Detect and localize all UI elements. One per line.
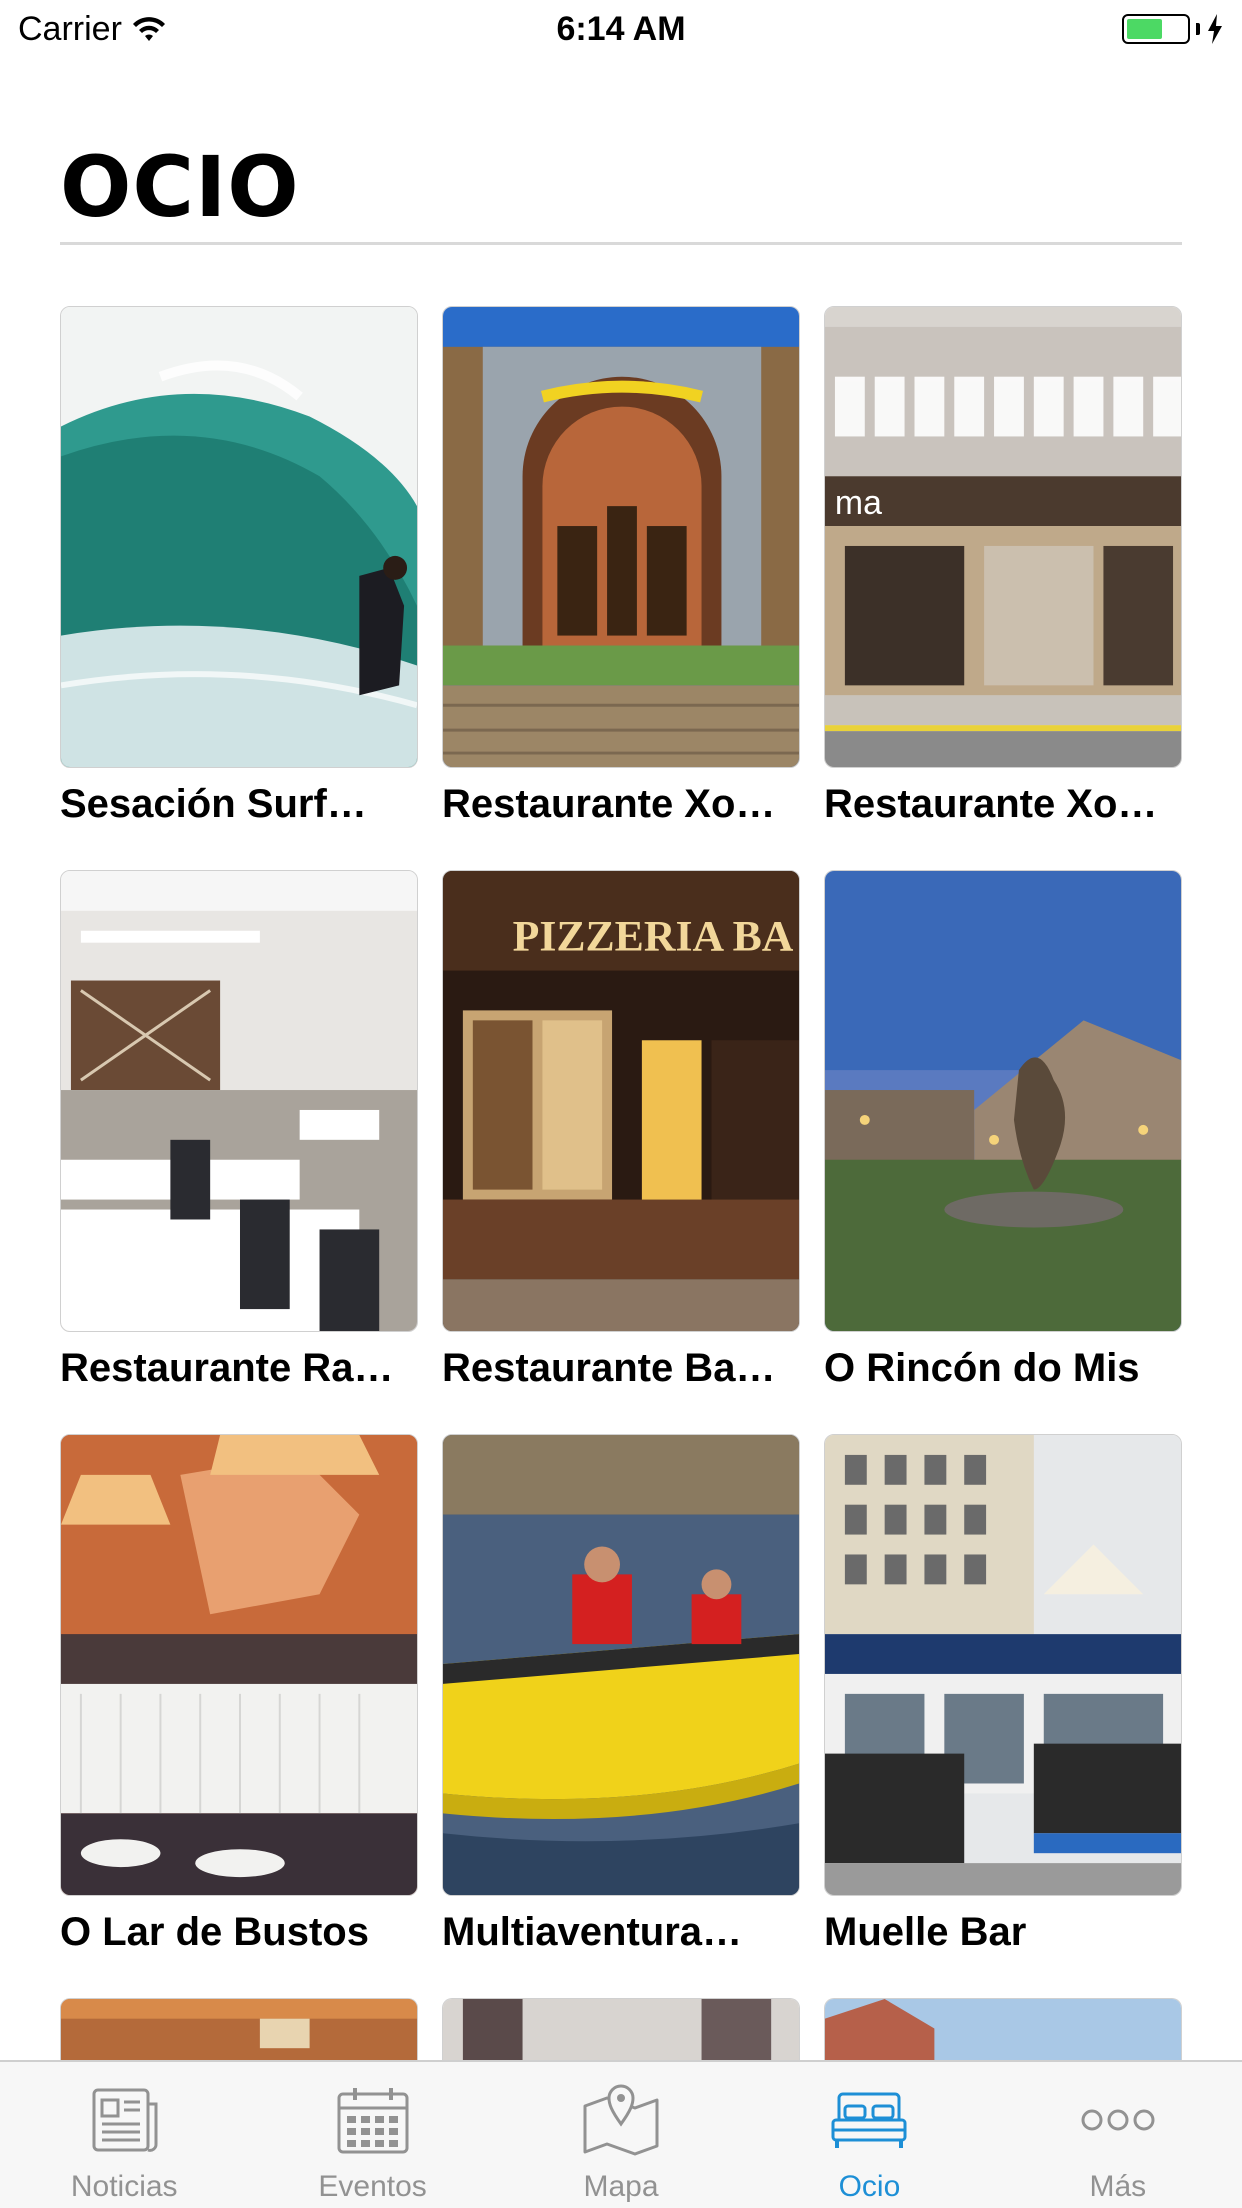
tab-bar: Noticias Eventos Mapa Ocio Más xyxy=(0,2060,1242,2208)
status-time: 6:14 AM xyxy=(556,10,686,48)
tab-eventos[interactable]: Eventos xyxy=(248,2062,496,2208)
tab-label: Ocio xyxy=(838,2170,901,2203)
status-bar: Carrier 6:14 AM xyxy=(0,0,1242,60)
grid-item-label: Restaurante Xo… xyxy=(442,782,776,826)
grid-item-label: O Lar de Bustos xyxy=(60,1910,369,1954)
grid-item-label: Restaurante Ba… xyxy=(442,1346,776,1390)
wave-surfer-photo xyxy=(60,306,418,768)
restaurant-interior-lamps-photo xyxy=(60,1434,418,1896)
grid-item[interactable]: ma Restaurante Xo… xyxy=(824,306,1182,827)
grid-item[interactable]: Sesación Surf… xyxy=(60,306,418,827)
grid-item[interactable]: Restaurante Ra… xyxy=(60,870,418,1391)
grid-item[interactable]: Muelle Bar xyxy=(824,1434,1182,1955)
pizzeria-neon-sign-photo: PIZZERIA BA xyxy=(442,870,800,1332)
grid-item[interactable]: Multiaventura… xyxy=(442,1434,800,1955)
grid-item[interactable] xyxy=(60,1998,418,2060)
more-dots-icon xyxy=(1081,2109,1155,2131)
grid-item-label: Sesación Surf… xyxy=(60,782,367,826)
calendar-icon xyxy=(337,2088,409,2154)
restaurant-storefront-photo: ma xyxy=(824,306,1182,768)
grid-item[interactable] xyxy=(442,1998,800,2060)
dining-room-tables-photo xyxy=(60,870,418,1332)
grid-item-label: Restaurante Ra… xyxy=(60,1346,394,1390)
tab-mas[interactable]: Más xyxy=(994,2062,1242,2208)
bed-icon xyxy=(831,2092,907,2148)
tab-ocio[interactable]: Ocio xyxy=(745,2062,993,2208)
grid-item[interactable]: PIZZERIA BA Restaurante Ba… xyxy=(442,870,800,1391)
grid-item[interactable]: O Lar de Bustos xyxy=(60,1434,418,1955)
yellow-speedboat-photo xyxy=(442,1434,800,1896)
tab-label: Eventos xyxy=(318,2170,427,2203)
harbor-bar-terrace-photo xyxy=(824,1434,1182,1896)
brick-building-sky-partial-photo xyxy=(824,1998,1182,2060)
tab-label: Más xyxy=(1089,2170,1147,2203)
map-pin-icon xyxy=(583,2084,659,2156)
battery-indicator xyxy=(1122,14,1224,44)
grid-item-label: Multiaventura… xyxy=(442,1910,743,1954)
svg-text:PIZZERIA BA: PIZZERIA BA xyxy=(513,913,794,961)
grid-item-label: Muelle Bar xyxy=(824,1910,1027,1954)
grid-item-label: O Rincón do Mis xyxy=(824,1346,1140,1390)
grid-item[interactable]: O Rincón do Mis xyxy=(824,870,1182,1391)
newspaper-icon xyxy=(92,2088,158,2152)
charging-bolt-icon xyxy=(1208,14,1222,44)
grid-item[interactable]: Restaurante Xo… xyxy=(442,306,800,827)
tab-noticias[interactable]: Noticias xyxy=(0,2062,248,2208)
tab-label: Noticias xyxy=(70,2170,178,2203)
stone-house-sculpture-dusk-photo xyxy=(824,870,1182,1332)
building-facade-partial-photo xyxy=(442,1998,800,2060)
stone-building-arched-doors-photo xyxy=(442,306,800,768)
tab-mapa[interactable]: Mapa xyxy=(497,2062,745,2208)
page-title: OCIO xyxy=(60,138,300,236)
grid-item-label: Restaurante Xo… xyxy=(824,782,1158,826)
title-divider xyxy=(60,242,1182,245)
battery-icon xyxy=(1122,14,1190,44)
grid-item[interactable] xyxy=(824,1998,1182,2060)
svg-text:ma: ma xyxy=(835,484,882,522)
restaurant-interior-partial-photo xyxy=(60,1998,418,2060)
tab-label: Mapa xyxy=(583,2170,659,2203)
